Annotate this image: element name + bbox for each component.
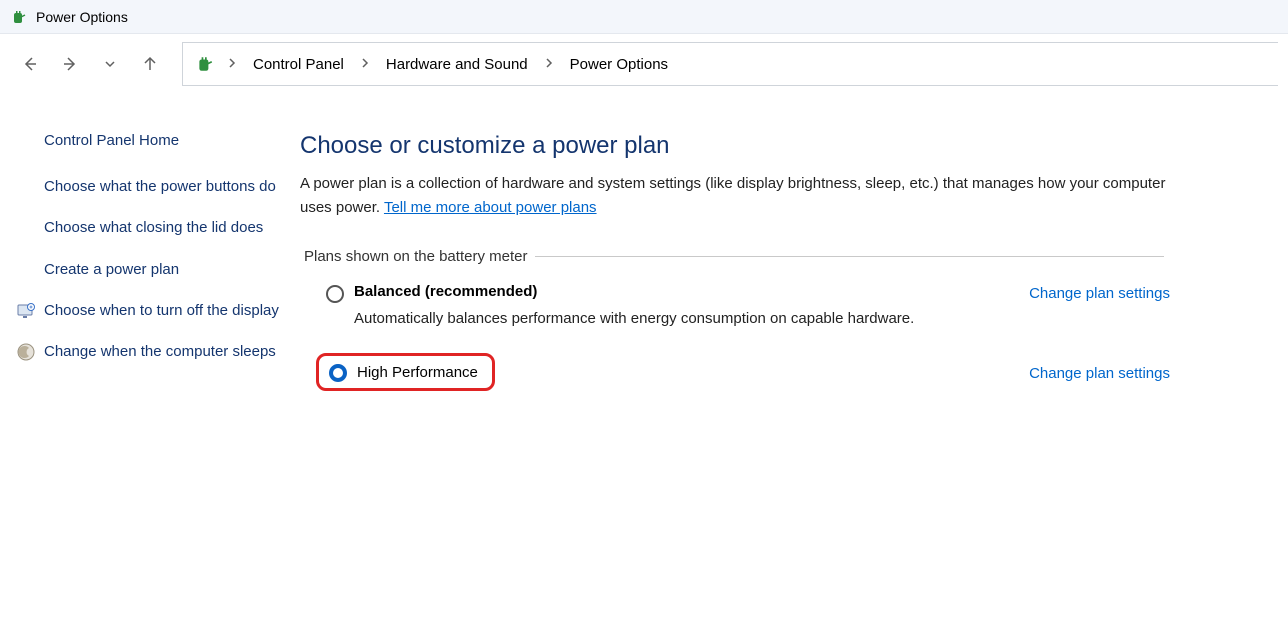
divider [535, 256, 1164, 257]
breadcrumb-hardware-sound[interactable]: Hardware and Sound [380, 52, 534, 77]
recent-dropdown-button[interactable] [90, 44, 130, 84]
plan-name-high-performance[interactable]: High Performance [357, 364, 478, 381]
sidebar-link-create-plan[interactable]: Create a power plan [44, 258, 280, 281]
page-description: A power plan is a collection of hardware… [300, 172, 1170, 220]
forward-button[interactable] [50, 44, 90, 84]
sidebar-home-link[interactable]: Control Panel Home [44, 132, 280, 149]
navigation-row: Control Panel Hardware and Sound Power O… [0, 34, 1288, 94]
breadcrumb-control-panel[interactable]: Control Panel [247, 52, 350, 77]
moon-icon [16, 342, 36, 362]
plan-desc-balanced: Automatically balances performance with … [354, 310, 914, 327]
breadcrumb-power-options[interactable]: Power Options [564, 52, 674, 77]
highlight-annotation: High Performance [316, 353, 495, 391]
up-button[interactable] [130, 44, 170, 84]
titlebar: Power Options [0, 0, 1288, 34]
chevron-right-icon[interactable] [540, 56, 558, 73]
sidebar-item-computer-sleeps[interactable]: Change when the computer sleeps [16, 340, 280, 363]
radio-high-performance[interactable] [329, 364, 347, 382]
plan-row-balanced: Balanced (recommended) Automatically bal… [300, 283, 1170, 327]
back-button[interactable] [10, 44, 50, 84]
address-bar[interactable]: Control Panel Hardware and Sound Power O… [182, 42, 1278, 86]
power-options-icon [10, 8, 28, 26]
change-plan-settings-balanced[interactable]: Change plan settings [1029, 285, 1170, 302]
chevron-right-icon[interactable] [223, 56, 241, 73]
sidebar-link-power-buttons[interactable]: Choose what the power buttons do [44, 175, 280, 198]
power-options-icon [193, 52, 217, 76]
main-panel: Choose or customize a power plan A power… [300, 132, 1288, 391]
tell-me-more-link[interactable]: Tell me more about power plans [384, 199, 597, 216]
chevron-right-icon[interactable] [356, 56, 374, 73]
plan-row-high-performance: High Performance Change plan settings [300, 353, 1170, 391]
display-icon [16, 301, 36, 321]
sidebar-item-turn-off-display[interactable]: Choose when to turn off the display [16, 299, 280, 322]
page-title: Choose or customize a power plan [300, 132, 1228, 160]
sidebar: Control Panel Home Choose what the power… [0, 132, 300, 391]
sidebar-link-label: Change when the computer sleeps [44, 340, 276, 363]
change-plan-settings-high-performance[interactable]: Change plan settings [1029, 365, 1170, 382]
radio-balanced[interactable] [326, 285, 344, 303]
sidebar-link-label: Choose when to turn off the display [44, 299, 279, 322]
fieldset-label: Plans shown on the battery meter [300, 248, 1170, 265]
plan-name-balanced[interactable]: Balanced (recommended) [354, 283, 914, 300]
fieldset-label-text: Plans shown on the battery meter [304, 248, 527, 265]
content-area: Control Panel Home Choose what the power… [0, 94, 1288, 391]
sidebar-link-closing-lid[interactable]: Choose what closing the lid does [44, 216, 280, 239]
window-title: Power Options [36, 9, 128, 25]
